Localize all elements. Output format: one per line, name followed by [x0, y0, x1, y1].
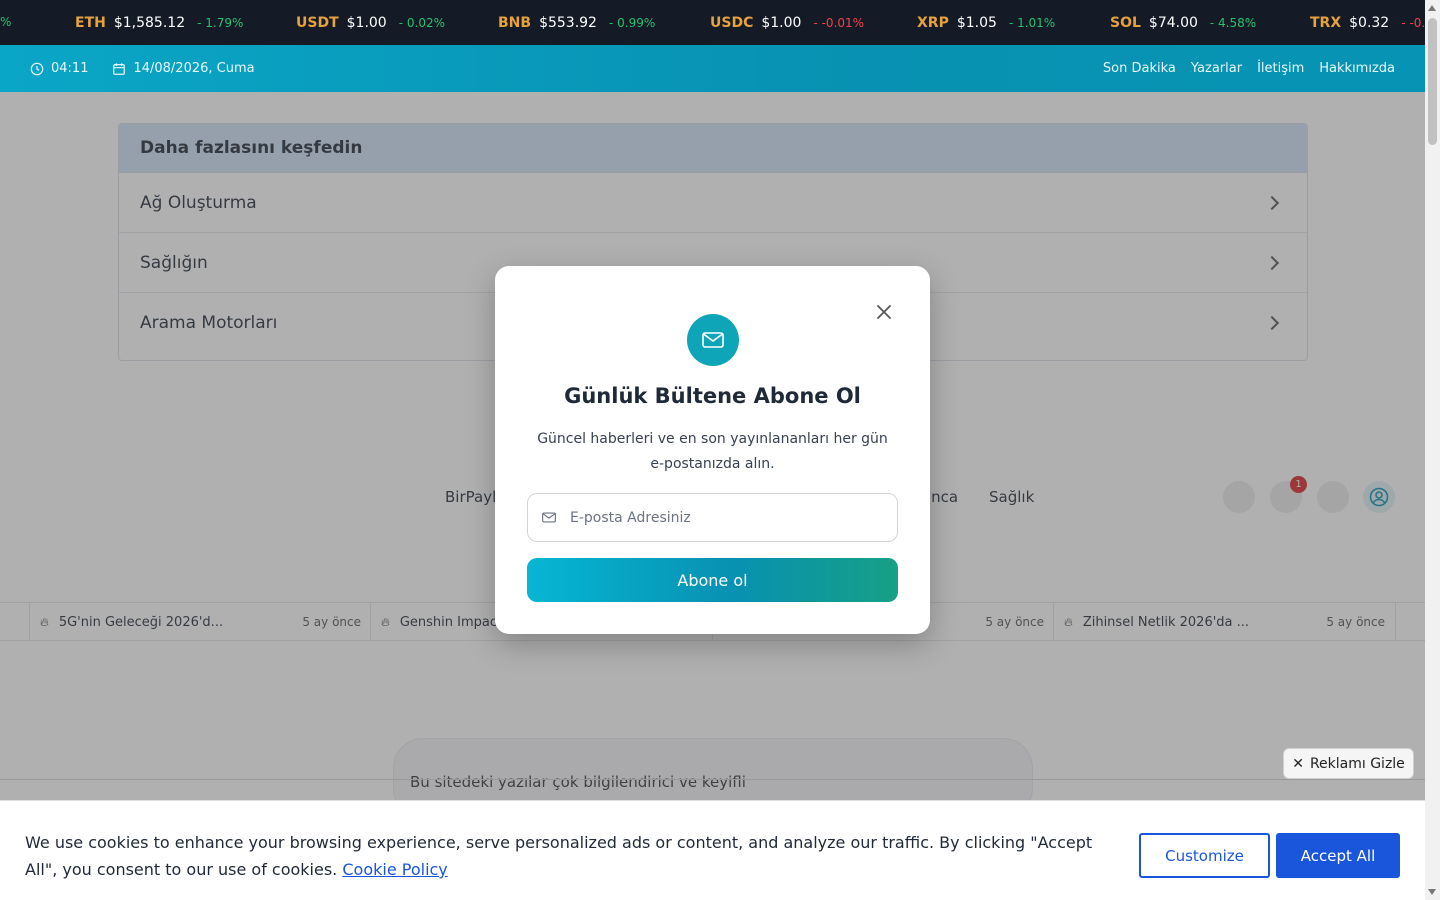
date-time-group: 04:11 14/08/2026, Cuma	[30, 61, 255, 76]
top-nav-links: Son Dakika Yazarlar İletişim Hakkımızda	[1103, 61, 1395, 76]
page-scrollbar[interactable]	[1425, 0, 1440, 900]
date-display: 14/08/2026, Cuma	[112, 61, 255, 76]
current-date: 14/08/2026, Cuma	[133, 61, 255, 76]
hide-ad-button[interactable]: ✕ Reklamı Gizle	[1283, 748, 1414, 779]
crypto-ticker: % ETH $1,585.12 - 1.79% USDT $1.00 - 0.0…	[0, 0, 1425, 45]
ticker-change: - 0.02%	[398, 15, 445, 30]
newsletter-modal: Günlük Bültene Abone Ol Güncel haberleri…	[495, 266, 930, 634]
ticker-item-xrp[interactable]: XRP $1.05 - 1.01%	[917, 0, 1055, 45]
nav-link-yazarlar[interactable]: Yazarlar	[1191, 61, 1242, 76]
ticker-symbol: XRP	[917, 14, 949, 31]
ticker-price: $0.32	[1349, 14, 1390, 31]
ticker-change: - -0.7	[1401, 15, 1425, 30]
ticker-change: - 1.79%	[197, 15, 244, 30]
cookie-message: We use cookies to enhance your browsing …	[25, 829, 1105, 883]
ticker-symbol: ETH	[75, 14, 106, 31]
scroll-down-icon[interactable]	[1428, 889, 1436, 895]
customize-button[interactable]: Customize	[1139, 833, 1270, 878]
ticker-change: - -0.01%	[813, 15, 865, 30]
modal-title: Günlük Bültene Abone Ol	[564, 384, 861, 408]
scroll-up-icon[interactable]	[1428, 5, 1436, 11]
ticker-price: $1.00	[761, 14, 802, 31]
accept-all-button[interactable]: Accept All	[1276, 833, 1400, 878]
cookie-banner: We use cookies to enhance your browsing …	[0, 800, 1425, 900]
ticker-item-eth[interactable]: ETH $1,585.12 - 1.79%	[75, 0, 243, 45]
ticker-change: - 4.58%	[1209, 15, 1257, 30]
ticker-change: - 1.01%	[1008, 15, 1056, 30]
ticker-price: $553.92	[539, 14, 597, 31]
ticker-item-trx[interactable]: TRX $0.32 - -0.7	[1310, 0, 1425, 45]
current-time: 04:11	[51, 61, 89, 76]
email-input[interactable]	[570, 509, 870, 526]
ticker-symbol: TRX	[1310, 14, 1342, 31]
scroll-thumb[interactable]	[1428, 18, 1437, 145]
ticker-symbol: SOL	[1110, 14, 1141, 31]
ticker-price: $74.00	[1148, 14, 1198, 31]
ticker-item-bnb[interactable]: BNB $553.92 - 0.99%	[498, 0, 655, 45]
email-field[interactable]	[527, 493, 898, 542]
modal-description: Güncel haberleri ve en son yayınlananlar…	[537, 431, 888, 472]
ticker-symbol: BNB	[498, 14, 532, 31]
calendar-icon	[113, 62, 126, 75]
mail-icon	[687, 314, 739, 366]
nav-link-son-dakika[interactable]: Son Dakika	[1103, 61, 1176, 76]
subscribe-button[interactable]: Abone ol	[527, 558, 898, 602]
cookie-text: We use cookies to enhance your browsing …	[25, 833, 1093, 879]
envelope-icon	[542, 512, 556, 523]
top-info-bar: 04:11 14/08/2026, Cuma Son Dakika Yazarl…	[0, 45, 1425, 92]
ticker-item-sol[interactable]: SOL $74.00 - 4.58%	[1110, 0, 1256, 45]
clock-icon	[30, 62, 44, 75]
ticker-item-usdc[interactable]: USDC $1.00 - -0.01%	[710, 0, 864, 45]
ticker-price: $1,585.12	[113, 14, 186, 31]
ticker-fragment: %	[0, 15, 12, 29]
ticker-item-usdt[interactable]: USDT $1.00 - 0.02%	[296, 0, 445, 45]
time-display: 04:11	[30, 61, 88, 76]
close-icon: ✕	[1292, 755, 1304, 772]
nav-link-hakkimizda[interactable]: Hakkımızda	[1319, 61, 1395, 76]
nav-link-iletisim[interactable]: İletişim	[1257, 61, 1304, 76]
ticker-price: $1.00	[346, 14, 387, 31]
close-icon[interactable]	[874, 302, 894, 322]
ticker-symbol: USDC	[710, 14, 754, 31]
ticker-price: $1.05	[956, 14, 997, 31]
ticker-symbol: USDT	[296, 14, 339, 31]
cookie-policy-link[interactable]: Cookie Policy	[342, 860, 447, 879]
ticker-change: - 0.99%	[608, 15, 656, 30]
hide-ad-label: Reklamı Gizle	[1309, 755, 1405, 772]
